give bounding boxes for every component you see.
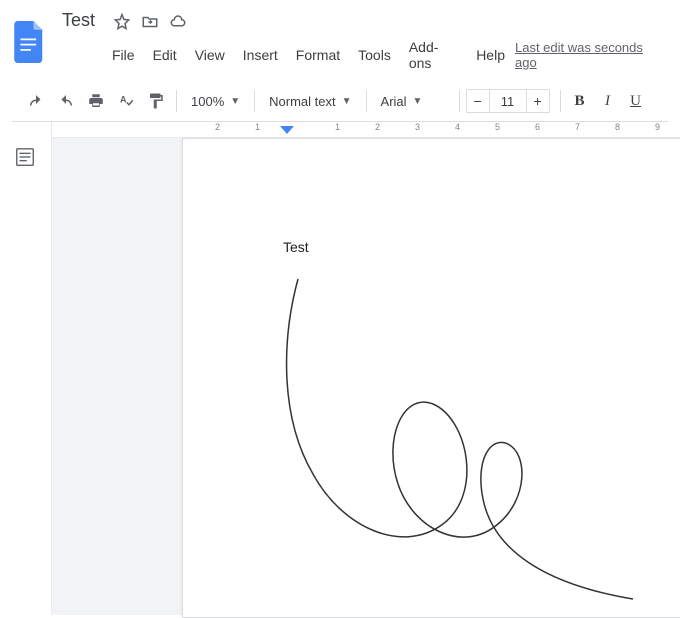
menu-tools[interactable]: Tools xyxy=(350,43,399,67)
menu-addons[interactable]: Add-ons xyxy=(401,35,466,75)
ruler-tick: 9 xyxy=(622,122,662,132)
document-page[interactable]: Test xyxy=(182,138,680,618)
separator xyxy=(459,90,460,112)
chevron-down-icon: ▼ xyxy=(342,96,352,107)
docs-logo-icon[interactable] xyxy=(12,18,48,66)
menu-edit[interactable]: Edit xyxy=(145,43,185,67)
menu-format[interactable]: Format xyxy=(288,43,348,67)
ruler-tick: 2 xyxy=(342,122,382,132)
font-size-decrement[interactable]: − xyxy=(466,89,490,113)
ruler-tick: 1 xyxy=(302,122,342,132)
undo-button[interactable] xyxy=(22,87,50,115)
ruler-tick: 5 xyxy=(462,122,502,132)
canvas-area[interactable]: 2 1 1 2 3 4 5 6 7 8 9 Test xyxy=(52,122,680,615)
separator xyxy=(366,90,367,112)
ruler-tick: 4 xyxy=(422,122,462,132)
style-dropdown[interactable]: Normal text ▼ xyxy=(261,90,359,113)
document-title[interactable]: Test xyxy=(56,8,101,33)
style-value: Normal text xyxy=(269,94,335,109)
svg-text:A: A xyxy=(120,95,127,105)
menu-file[interactable]: File xyxy=(104,43,143,67)
font-value: Arial xyxy=(381,94,407,109)
italic-button[interactable]: I xyxy=(595,88,621,114)
ruler-tick: 8 xyxy=(582,122,622,132)
print-button[interactable] xyxy=(82,87,110,115)
separator xyxy=(254,90,255,112)
redo-button[interactable] xyxy=(52,87,80,115)
ruler-tick: 6 xyxy=(502,122,542,132)
menu-help[interactable]: Help xyxy=(468,43,513,67)
separator xyxy=(176,90,177,112)
drawing-scribble[interactable] xyxy=(283,274,680,604)
ruler-tick: 1 xyxy=(222,122,262,132)
cloud-status-icon[interactable] xyxy=(169,13,187,31)
outline-icon[interactable] xyxy=(14,146,38,170)
spellcheck-button[interactable]: A xyxy=(112,87,140,115)
underline-button[interactable]: U xyxy=(623,88,649,114)
zoom-dropdown[interactable]: 100% ▼ xyxy=(183,90,248,113)
horizontal-ruler[interactable]: 2 1 1 2 3 4 5 6 7 8 9 xyxy=(52,122,680,138)
chevron-down-icon: ▼ xyxy=(413,96,423,107)
font-dropdown[interactable]: Arial ▼ xyxy=(373,90,453,113)
zoom-value: 100% xyxy=(191,94,224,109)
sidebar xyxy=(0,122,52,615)
menu-insert[interactable]: Insert xyxy=(235,43,286,67)
paint-format-button[interactable] xyxy=(142,87,170,115)
ruler-tick: 3 xyxy=(382,122,422,132)
font-size-increment[interactable]: + xyxy=(526,89,550,113)
move-folder-icon[interactable] xyxy=(141,13,159,31)
toolbar: A 100% ▼ Normal text ▼ Arial ▼ − + B I U xyxy=(12,81,668,122)
bold-button[interactable]: B xyxy=(567,88,593,114)
star-icon[interactable] xyxy=(113,13,131,31)
chevron-down-icon: ▼ xyxy=(230,96,240,107)
document-text[interactable]: Test xyxy=(283,239,631,255)
ruler-tick: 2 xyxy=(182,122,222,132)
separator xyxy=(560,90,561,112)
ruler-tick: 7 xyxy=(542,122,582,132)
last-edit-link[interactable]: Last edit was seconds ago xyxy=(515,40,668,70)
menu-view[interactable]: View xyxy=(187,43,233,67)
font-size-input[interactable] xyxy=(490,89,526,113)
